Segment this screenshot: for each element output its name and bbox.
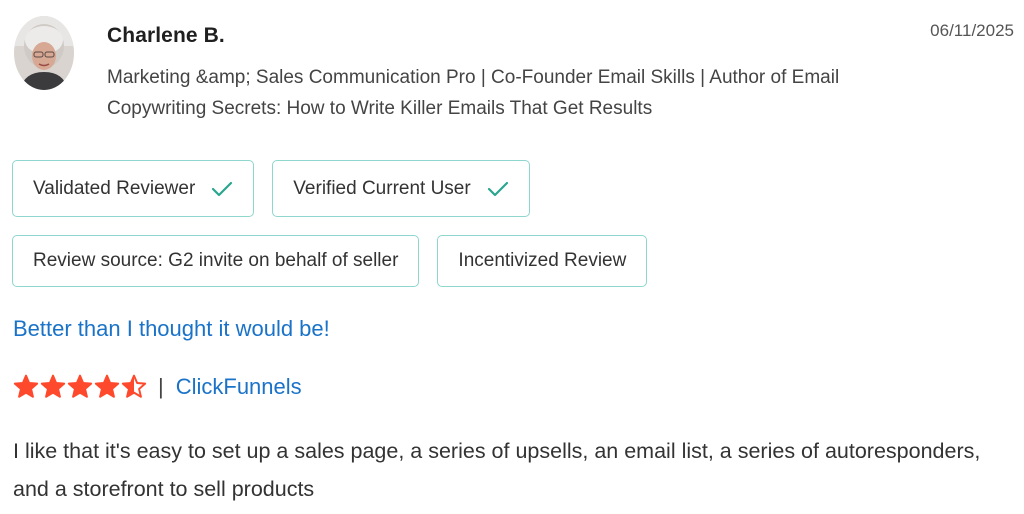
review-source-badge[interactable]: Review source: G2 invite on behalf of se…	[12, 235, 420, 287]
avatar[interactable]	[14, 16, 74, 90]
badge-label: Incentivized Review	[458, 250, 627, 271]
review-body: I like that it's easy to set up a sales …	[13, 439, 981, 501]
star-full-icon	[40, 374, 66, 398]
validated-reviewer-badge[interactable]: Validated Reviewer	[12, 160, 255, 217]
review-card: Charlene B. 06/11/2025 Marketing &amp; S…	[0, 0, 1024, 514]
review-date: 06/11/2025	[930, 21, 1014, 40]
reviewer-name[interactable]: Charlene B.	[107, 24, 225, 48]
badge-label: Validated Reviewer	[33, 177, 196, 199]
badge-row: Validated Reviewer Verified Current User	[12, 160, 647, 217]
incentivized-review-badge[interactable]: Incentivized Review	[437, 235, 648, 287]
rating-row: | ClickFunnels	[13, 374, 302, 400]
reviewer-headline: Marketing &amp; Sales Communication Pro …	[107, 67, 840, 119]
star-full-icon	[94, 374, 120, 398]
check-icon	[211, 180, 233, 198]
star-full-icon	[13, 374, 39, 398]
verified-current-user-badge[interactable]: Verified Current User	[272, 160, 530, 217]
product-link[interactable]: ClickFunnels	[176, 374, 302, 400]
badge-label: Review source: G2 invite on behalf of se…	[33, 250, 399, 271]
badge-list: Validated Reviewer Verified Current User…	[12, 160, 648, 305]
review-title[interactable]: Better than I thought it would be!	[13, 316, 330, 342]
check-icon	[487, 180, 509, 198]
star-rating	[13, 374, 147, 400]
star-full-icon	[67, 374, 93, 398]
badge-row: Review source: G2 invite on behalf of se…	[12, 235, 648, 287]
star-half-icon	[121, 374, 147, 398]
badge-label: Verified Current User	[293, 177, 471, 199]
separator: |	[158, 374, 164, 399]
